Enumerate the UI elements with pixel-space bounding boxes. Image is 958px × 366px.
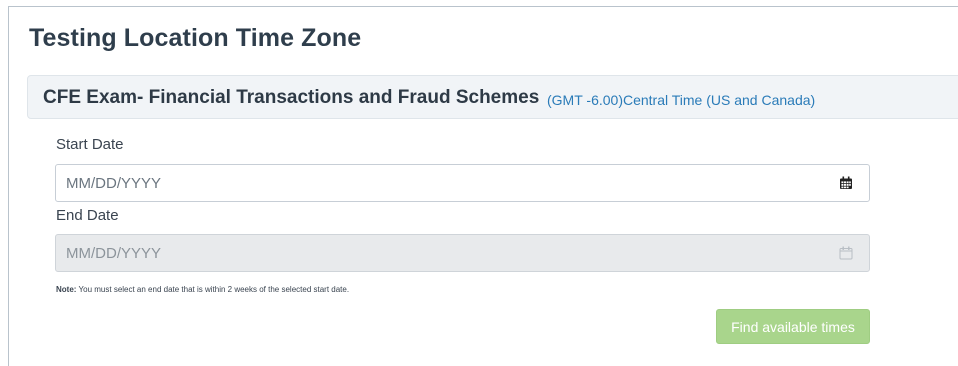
note-label: Note: — [56, 285, 77, 294]
calendar-icon[interactable] — [839, 176, 853, 190]
find-available-times-button[interactable]: Find available times — [716, 309, 870, 344]
exam-header-bar: CFE Exam- Financial Transactions and Fra… — [27, 75, 958, 119]
start-date-input[interactable] — [55, 164, 870, 202]
exam-name: CFE Exam- Financial Transactions and Fra… — [43, 87, 540, 108]
end-date-note: Note: You must select an end date that i… — [56, 285, 349, 294]
page-title: Testing Location Time Zone — [29, 24, 362, 52]
end-date-input — [55, 234, 870, 272]
exam-timezone: (GMT -6.00)Central Time (US and Canada) — [547, 92, 816, 108]
note-text: You must select an end date that is with… — [76, 285, 350, 294]
calendar-icon — [839, 246, 853, 260]
end-date-label: End Date — [56, 207, 119, 224]
start-date-label: Start Date — [56, 136, 124, 153]
